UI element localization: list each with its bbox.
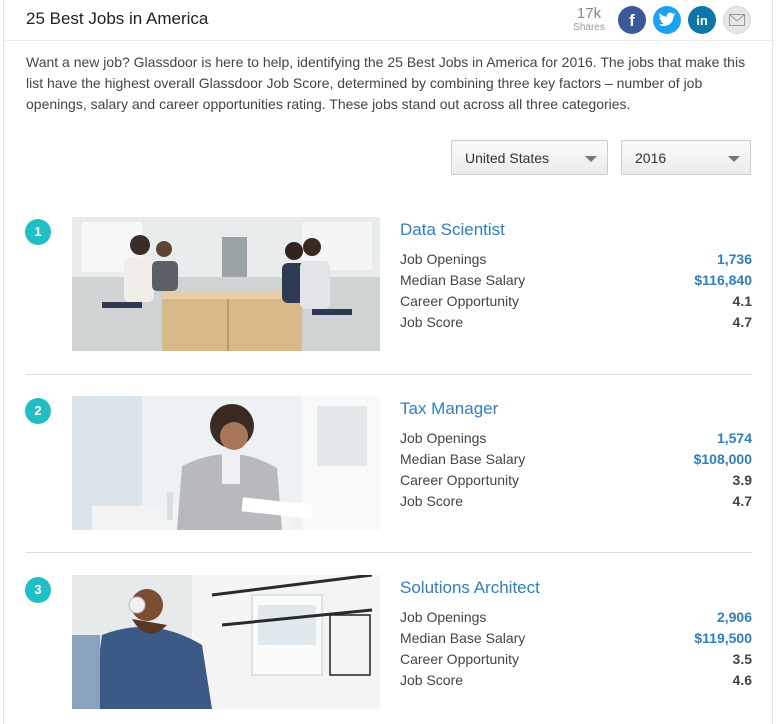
job-openings-link[interactable]: 1,736 xyxy=(717,249,752,270)
job-photo[interactable] xyxy=(72,396,380,530)
stat-label: Median Base Salary xyxy=(400,272,526,288)
stat-row-career: Career Opportunity 3.5 xyxy=(400,649,752,670)
year-select-value: 2016 xyxy=(635,150,667,166)
rank-badge: 2 xyxy=(25,398,51,424)
job-title-link[interactable]: Data Scientist xyxy=(400,220,505,240)
job-openings-link[interactable]: 1,574 xyxy=(717,428,752,449)
median-salary-link[interactable]: $119,500 xyxy=(694,628,752,649)
row-divider xyxy=(26,374,752,375)
stat-row-salary: Median Base Salary $119,500 xyxy=(400,628,752,649)
career-opportunity-value: 4.1 xyxy=(732,293,752,309)
chevron-down-icon xyxy=(728,156,740,162)
job-stats: Job Openings 2,906 Median Base Salary $1… xyxy=(400,607,752,691)
job-openings-link[interactable]: 2,906 xyxy=(717,607,752,628)
job-list-item: 1 Data Scientist Job Openings 1,736 Medi… xyxy=(4,217,774,353)
linkedin-share-button[interactable]: in xyxy=(688,6,716,34)
stat-row-score: Job Score 4.6 xyxy=(400,670,752,691)
stat-label: Job Openings xyxy=(400,430,487,446)
row-divider xyxy=(26,552,752,553)
chevron-down-icon xyxy=(585,156,597,162)
stat-row-openings: Job Openings 1,574 xyxy=(400,428,752,449)
job-score-value: 4.7 xyxy=(732,493,752,509)
page-title: 25 Best Jobs in America xyxy=(26,9,209,28)
header-divider xyxy=(4,40,774,41)
shares-count: 17k xyxy=(576,5,602,22)
career-opportunity-value: 3.5 xyxy=(732,651,752,667)
median-salary-link[interactable]: $116,840 xyxy=(694,270,752,291)
office-photo-image xyxy=(72,396,380,530)
stat-label: Job Score xyxy=(400,672,464,688)
share-counter: 17k Shares xyxy=(571,6,607,34)
svg-text:f: f xyxy=(629,11,635,30)
median-salary-link[interactable]: $108,000 xyxy=(694,449,752,470)
header: 25 Best Jobs in America 17k Shares f in xyxy=(4,0,774,40)
office-photo-image xyxy=(72,575,380,709)
job-score-value: 4.7 xyxy=(732,314,752,330)
facebook-share-button[interactable]: f xyxy=(618,6,646,34)
job-score-value: 4.6 xyxy=(732,672,752,688)
stat-row-salary: Median Base Salary $108,000 xyxy=(400,449,752,470)
stat-label: Job Score xyxy=(400,314,464,330)
stat-label: Job Score xyxy=(400,493,464,509)
job-photo[interactable] xyxy=(72,217,380,351)
job-list-item: 3 Solutions Architect Job Openings 2,906 xyxy=(4,575,774,711)
stat-label: Median Base Salary xyxy=(400,451,526,467)
job-stats: Job Openings 1,736 Median Base Salary $1… xyxy=(400,249,752,333)
job-title-link[interactable]: Solutions Architect xyxy=(400,578,540,598)
stat-row-openings: Job Openings 1,736 xyxy=(400,249,752,270)
stat-row-career: Career Opportunity 4.1 xyxy=(400,291,752,312)
stat-row-career: Career Opportunity 3.9 xyxy=(400,470,752,491)
job-photo[interactable] xyxy=(72,575,380,709)
rank-badge: 3 xyxy=(25,577,51,603)
article-card: 25 Best Jobs in America 17k Shares f in xyxy=(3,0,774,724)
stat-label: Career Opportunity xyxy=(400,293,520,309)
twitter-share-button[interactable] xyxy=(653,6,681,34)
office-photo-image xyxy=(72,217,380,351)
email-icon xyxy=(729,14,745,26)
year-select[interactable]: 2016 xyxy=(621,140,751,175)
country-select[interactable]: United States xyxy=(451,140,608,175)
rank-badge: 1 xyxy=(25,219,51,245)
stat-label: Job Openings xyxy=(400,609,487,625)
intro-paragraph: Want a new job? Glassdoor is here to hel… xyxy=(26,54,746,112)
stat-label: Median Base Salary xyxy=(400,630,526,646)
facebook-icon: f xyxy=(629,11,635,30)
stat-label: Career Opportunity xyxy=(400,472,520,488)
svg-text:in: in xyxy=(696,13,708,28)
stat-row-salary: Median Base Salary $116,840 xyxy=(400,270,752,291)
job-stats: Job Openings 1,574 Median Base Salary $1… xyxy=(400,428,752,512)
email-share-button[interactable] xyxy=(723,6,751,34)
stat-row-score: Job Score 4.7 xyxy=(400,312,752,333)
career-opportunity-value: 3.9 xyxy=(732,472,752,488)
stat-row-score: Job Score 4.7 xyxy=(400,491,752,512)
country-select-value: United States xyxy=(465,150,550,166)
stat-row-openings: Job Openings 2,906 xyxy=(400,607,752,628)
job-list-item: 2 Tax Manager Job Openings 1,574 Median … xyxy=(4,396,774,532)
job-title-link[interactable]: Tax Manager xyxy=(400,399,498,419)
stat-label: Job Openings xyxy=(400,251,487,267)
stat-label: Career Opportunity xyxy=(400,651,520,667)
shares-label: Shares xyxy=(573,22,605,33)
twitter-icon xyxy=(658,12,676,26)
linkedin-icon: in xyxy=(696,13,708,28)
